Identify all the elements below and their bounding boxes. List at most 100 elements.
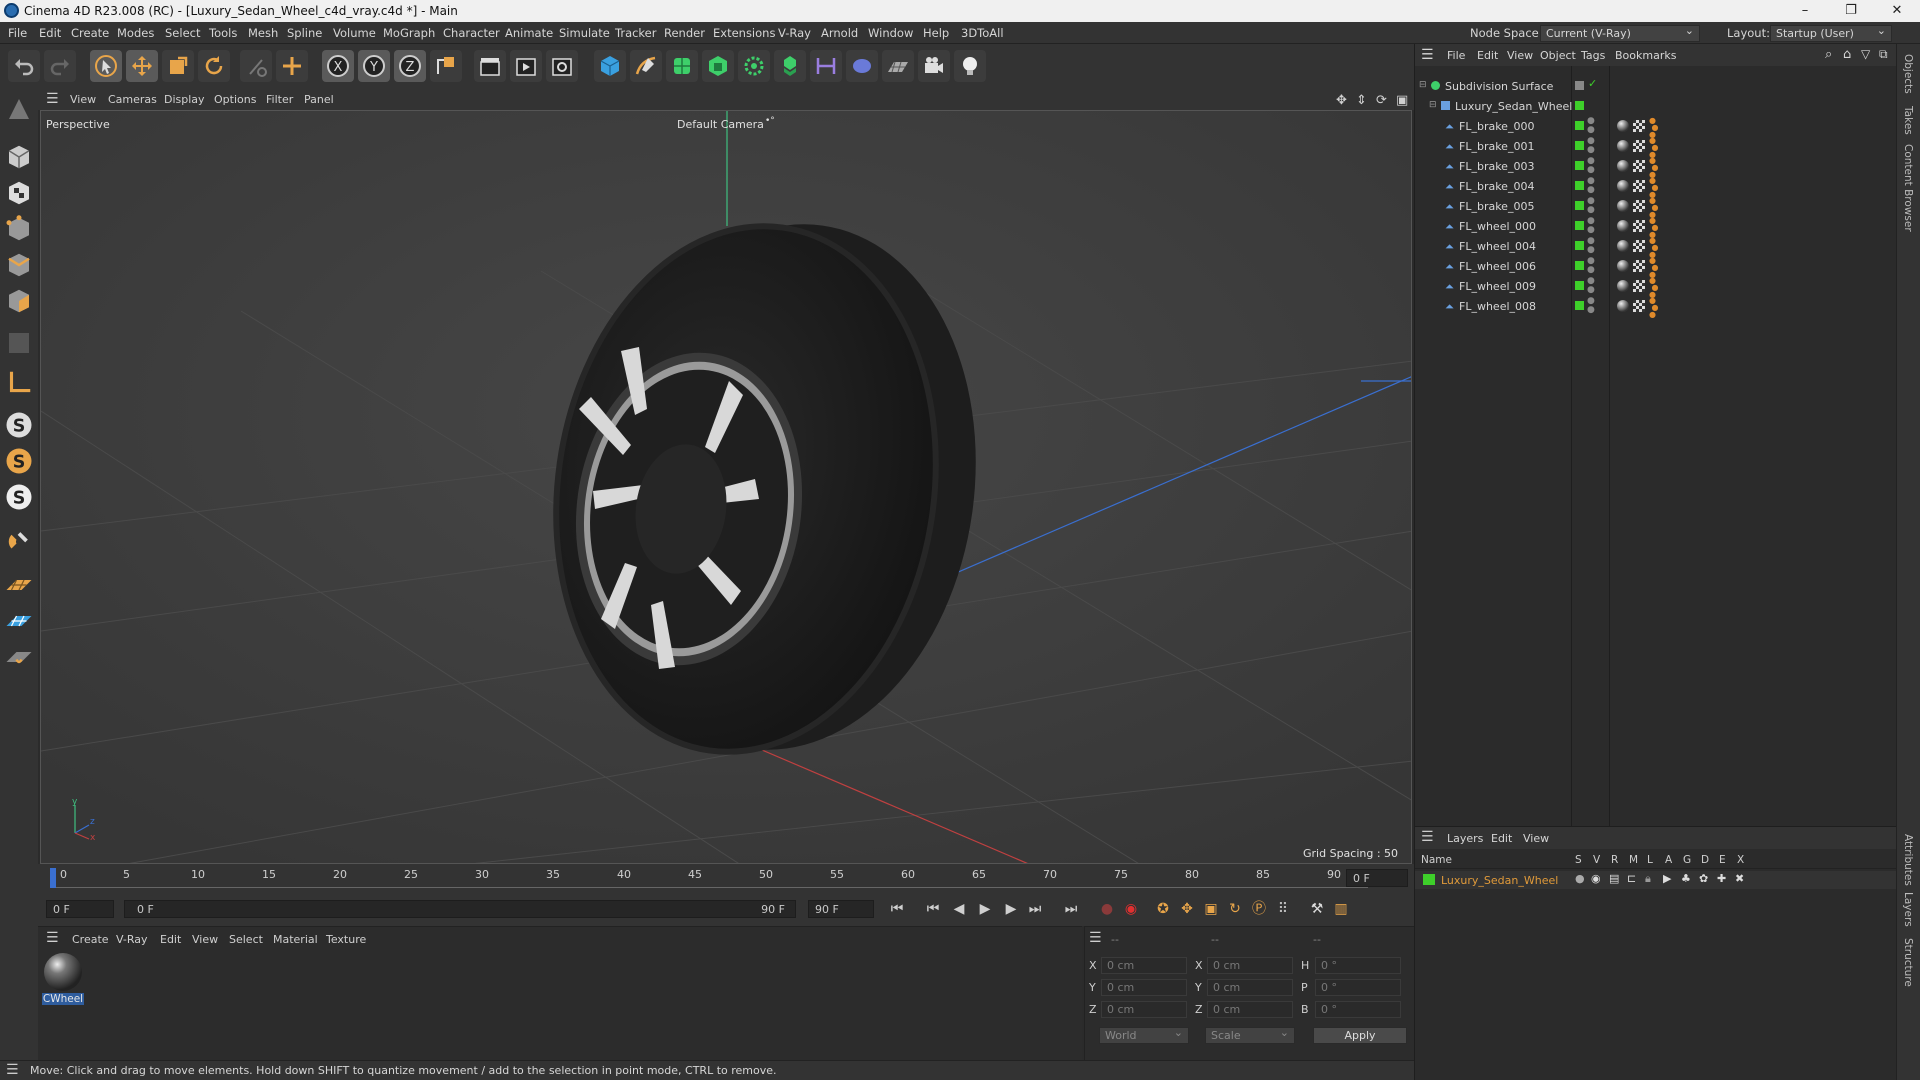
visibility-dots-icon[interactable]: ● ● bbox=[1587, 137, 1595, 155]
menu-extensions[interactable]: Extensions bbox=[713, 26, 775, 40]
layer-col-m[interactable]: M bbox=[1629, 854, 1638, 866]
snap-settings-button[interactable]: S bbox=[4, 446, 34, 476]
pos-z-field[interactable]: 0 cm bbox=[1101, 1001, 1187, 1018]
coordinate-mode-dropdown[interactable]: Scale bbox=[1205, 1026, 1295, 1044]
status-menu-icon[interactable]: ☰ bbox=[6, 1062, 19, 1078]
key-pla-icon[interactable]: ⠿ bbox=[1272, 898, 1294, 920]
viewport-maximize-icon[interactable]: ▣ bbox=[1396, 93, 1408, 108]
object-menu-view[interactable]: View bbox=[1507, 49, 1533, 62]
material-tag-icon[interactable] bbox=[1617, 300, 1629, 312]
record-keys-icon[interactable]: ● bbox=[1096, 898, 1118, 920]
material-menu-edit[interactable]: Edit bbox=[160, 933, 181, 946]
camera-button[interactable] bbox=[918, 50, 950, 82]
timeline-ruler[interactable]: 0 5 10 15 20 25 30 35 40 45 50 55 60 65 … bbox=[38, 864, 1414, 892]
viewport-move-icon[interactable]: ✥ bbox=[1336, 93, 1347, 108]
frame-range-slider[interactable]: 0 F 90 F bbox=[124, 900, 796, 918]
recent-tools-button[interactable] bbox=[240, 50, 272, 82]
layer-color-icon[interactable] bbox=[1575, 281, 1584, 290]
menu-volume[interactable]: Volume bbox=[333, 26, 376, 40]
viewport-menu-options[interactable]: Options bbox=[214, 93, 256, 106]
next-key-icon[interactable]: ⏭ bbox=[1024, 898, 1046, 920]
object-row[interactable]: ⏶ FL_brake_003 ● ● ● ● ● bbox=[1415, 156, 1897, 179]
menu-window[interactable]: Window bbox=[868, 26, 913, 40]
object-row-subdivision-surface[interactable]: ⊟ Subdivision Surface ✓ bbox=[1415, 76, 1897, 96]
menu-vray[interactable]: V-Ray bbox=[778, 26, 811, 40]
cube-primitive-button[interactable] bbox=[594, 50, 626, 82]
go-to-start-icon[interactable]: ⏮ bbox=[886, 898, 908, 920]
viewport-rotate-icon[interactable]: ⟳ bbox=[1376, 93, 1387, 108]
field-button[interactable] bbox=[846, 50, 878, 82]
live-selection-tool[interactable] bbox=[90, 50, 122, 82]
layer-menu-layers[interactable]: Layers bbox=[1447, 832, 1483, 845]
extrude-button[interactable] bbox=[702, 50, 734, 82]
layer-col-e[interactable]: E bbox=[1719, 854, 1726, 866]
material-menu-vray[interactable]: V-Ray bbox=[116, 933, 148, 946]
viewport-hamburger-icon[interactable]: ☰ bbox=[46, 91, 59, 107]
3d-viewport[interactable]: Perspective Default Camera •° Grid Spaci… bbox=[40, 110, 1412, 864]
subdivision-surface-button[interactable] bbox=[666, 50, 698, 82]
new-window-icon[interactable]: ⧉ bbox=[1879, 47, 1888, 62]
menu-arnold[interactable]: Arnold bbox=[821, 26, 858, 40]
material-hamburger-icon[interactable]: ☰ bbox=[46, 930, 59, 946]
viewport-menu-filter[interactable]: Filter bbox=[266, 93, 293, 106]
snap-button[interactable]: S bbox=[4, 410, 34, 440]
previous-frame-icon[interactable]: ◀ bbox=[948, 898, 970, 920]
menu-3dtoall[interactable]: 3DToAll bbox=[961, 26, 1004, 40]
layer-color-icon[interactable] bbox=[1575, 121, 1584, 130]
layer-color-icon[interactable] bbox=[1575, 201, 1584, 210]
scale-tool[interactable] bbox=[162, 50, 194, 82]
material-tag-icon[interactable] bbox=[1617, 260, 1629, 272]
node-space-dropdown[interactable]: Current (V-Ray) bbox=[1540, 24, 1700, 42]
add-tool-button[interactable] bbox=[276, 50, 308, 82]
material-tag-icon[interactable] bbox=[1617, 240, 1629, 252]
material-tag-icon[interactable] bbox=[1617, 180, 1629, 192]
layer-col-l[interactable]: L bbox=[1647, 854, 1653, 866]
menu-modes[interactable]: Modes bbox=[117, 26, 154, 40]
symmetry-button[interactable] bbox=[4, 642, 34, 672]
key-parameter-icon[interactable]: Ⓟ bbox=[1248, 898, 1270, 920]
coordinate-space-dropdown[interactable]: World bbox=[1099, 1026, 1189, 1044]
layer-color-icon[interactable] bbox=[1575, 221, 1584, 230]
material-menu-texture[interactable]: Texture bbox=[326, 933, 366, 946]
uvw-tag-icon[interactable] bbox=[1633, 200, 1645, 212]
layer-generators-icon[interactable]: ♣ bbox=[1681, 872, 1691, 885]
layer-color-icon[interactable] bbox=[1575, 141, 1584, 150]
model-mode-button[interactable] bbox=[4, 142, 34, 172]
coords-hamburger-icon[interactable]: ☰ bbox=[1089, 930, 1102, 946]
layer-expressions-icon[interactable]: ✚ bbox=[1717, 872, 1726, 885]
deformer-button[interactable] bbox=[810, 50, 842, 82]
uvw-tag-icon[interactable] bbox=[1633, 160, 1645, 172]
layer-color-icon[interactable] bbox=[1575, 101, 1584, 110]
layer-col-v[interactable]: V bbox=[1593, 854, 1600, 866]
layer-color-swatch[interactable] bbox=[1423, 874, 1435, 885]
x-axis-lock[interactable]: X bbox=[322, 50, 354, 82]
layer-toggle-icon[interactable] bbox=[1575, 81, 1584, 90]
home-icon[interactable]: ⌂ bbox=[1843, 47, 1851, 62]
key-scale-icon[interactable]: ▣ bbox=[1200, 898, 1222, 920]
tab-layers[interactable]: Layers bbox=[1902, 892, 1914, 927]
search-icon[interactable]: ⌕ bbox=[1825, 47, 1832, 62]
object-hamburger-icon[interactable]: ☰ bbox=[1421, 47, 1434, 63]
coordinate-system-button[interactable] bbox=[430, 50, 462, 82]
layer-col-r[interactable]: R bbox=[1611, 854, 1618, 866]
menu-create[interactable]: Create bbox=[71, 26, 109, 40]
uvw-tag-icon[interactable] bbox=[1633, 240, 1645, 252]
pos-y-field[interactable]: 0 cm bbox=[1101, 979, 1187, 996]
enabled-check-icon[interactable]: ✓ bbox=[1588, 77, 1597, 90]
phong-tag-icon[interactable]: ● ● ● bbox=[1649, 297, 1659, 319]
start-frame-field[interactable]: 0 F bbox=[46, 900, 114, 918]
object-menu-file[interactable]: File bbox=[1447, 49, 1465, 62]
menu-character[interactable]: Character bbox=[443, 26, 500, 40]
menu-help[interactable]: Help bbox=[923, 26, 949, 40]
visibility-dots-icon[interactable]: ● ● bbox=[1587, 197, 1595, 215]
object-row[interactable]: ⏶ FL_wheel_008 ● ● ● ● ● bbox=[1415, 296, 1897, 319]
menu-spline[interactable]: Spline bbox=[287, 26, 322, 40]
axis-mode-button[interactable] bbox=[4, 368, 34, 398]
menu-select[interactable]: Select bbox=[165, 26, 200, 40]
light-button[interactable] bbox=[954, 50, 986, 82]
object-row[interactable]: ⏶ FL_brake_005 ● ● ● ● ● bbox=[1415, 196, 1897, 219]
previous-key-icon[interactable]: ⏮ bbox=[922, 898, 944, 920]
layer-solo-icon[interactable]: ● bbox=[1575, 872, 1585, 885]
uvw-tag-icon[interactable] bbox=[1633, 220, 1645, 232]
layer-color-icon[interactable] bbox=[1575, 261, 1584, 270]
